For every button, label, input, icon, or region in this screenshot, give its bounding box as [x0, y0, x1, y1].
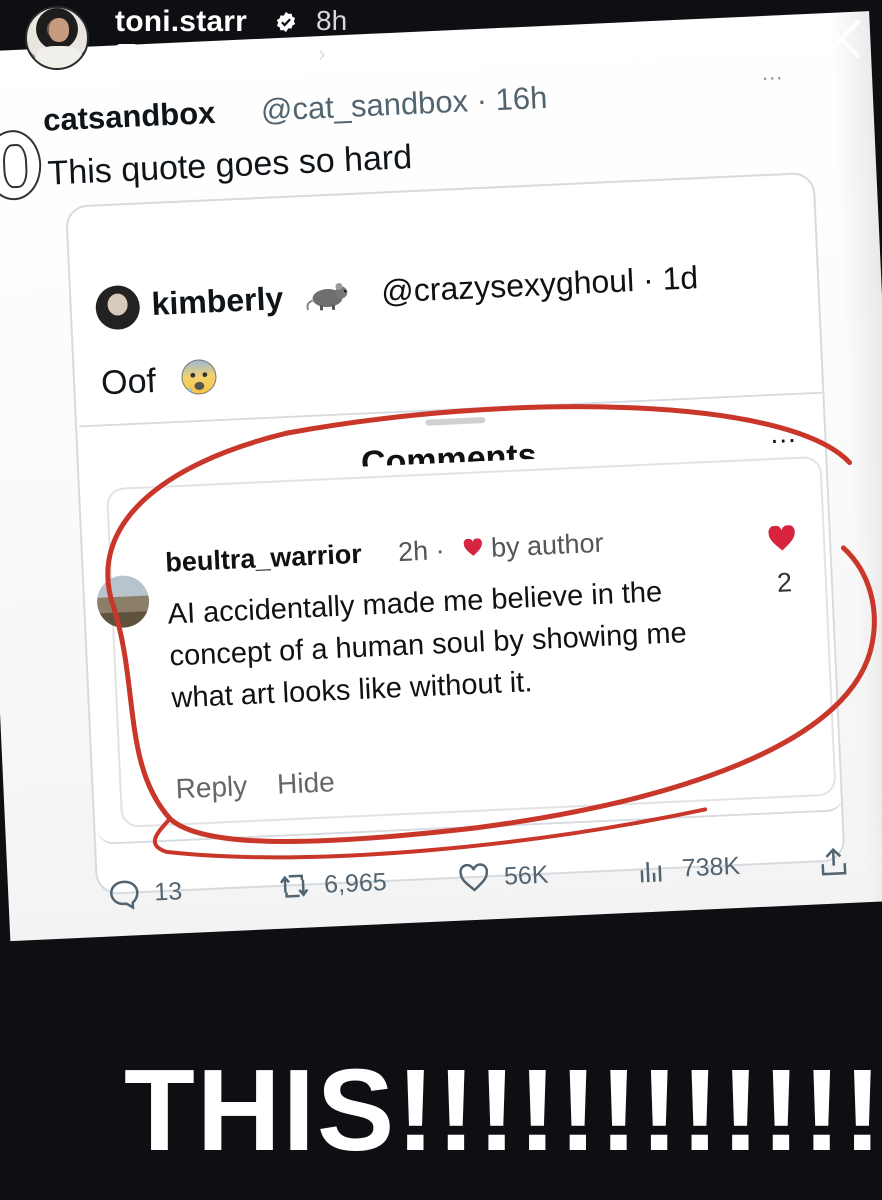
- comment-text: AI accidentally made me believe in the c…: [166, 576, 688, 715]
- quote-author-name: kimberly: [150, 280, 284, 323]
- comment-time: 2h ·: [397, 534, 446, 568]
- retweet-icon: [279, 874, 309, 898]
- reel-play-icon: [115, 44, 139, 64]
- views-action: 738K: [635, 850, 741, 887]
- like-action: 56K: [457, 859, 549, 895]
- share-upload-icon: [821, 847, 847, 876]
- liked-by-author-heart-icon: [463, 538, 482, 556]
- reply-action: 13: [108, 875, 183, 910]
- verified-badge-icon: [276, 11, 296, 33]
- drag-handle: [425, 417, 486, 426]
- tweet-author-avatar: [0, 128, 43, 202]
- story-more-button[interactable]: ...: [746, 16, 771, 42]
- comment-reply-label: Reply: [174, 770, 248, 805]
- quote-handle-time: @crazysexyghoul · 1d: [380, 259, 699, 310]
- close-icon[interactable]: [818, 16, 864, 62]
- story-caption-text: THIS!!!!!!!!!!!!!: [124, 1045, 882, 1175]
- tweet-photo: catsandbox @cat_sandbox · 16h ... This q…: [0, 11, 882, 942]
- tweet-text: This quote goes so hard: [46, 138, 413, 193]
- quote-author-avatar: [94, 284, 141, 331]
- watch-full-reel-link[interactable]: Watch full reel ›: [115, 40, 325, 68]
- story-header: toni.starr 8h Watch full reel › ...: [0, 0, 882, 80]
- reply-count: 13: [153, 876, 183, 906]
- avatar-jacket: [35, 46, 83, 68]
- reply-bubble-icon: [110, 880, 139, 910]
- views-bar-chart-icon: [640, 862, 662, 883]
- rat-icon: [306, 283, 348, 311]
- quoted-tweet-card: kimberly @crazysexyghoul · 1d Oof Commen…: [65, 171, 846, 896]
- by-author-tag: by author: [490, 527, 605, 563]
- chevron-right-icon: ›: [318, 41, 326, 66]
- share-action: [817, 845, 850, 878]
- views-count: 738K: [681, 851, 741, 883]
- comment-like-count: 2: [776, 567, 793, 598]
- comments-screenshot: Comments ... beultra_warrior 2h · by aut…: [79, 391, 844, 846]
- watch-reel-label: Watch full reel: [147, 40, 311, 67]
- story-username[interactable]: toni.starr: [115, 5, 247, 39]
- quote-text: Oof: [100, 361, 157, 403]
- comments-title: Comments: [360, 436, 537, 467]
- tweet-handle-time: @cat_sandbox · 16h: [260, 79, 548, 128]
- retweet-count: 6,965: [323, 867, 388, 899]
- story-time: 8h: [316, 5, 348, 36]
- like-count: 56K: [503, 860, 550, 891]
- fearful-face-icon: [181, 359, 217, 395]
- panel-more-icon: ...: [769, 416, 798, 450]
- comment-like-heart-icon: [768, 525, 795, 551]
- heart-outline-icon: [459, 863, 489, 892]
- avatar-face: [49, 18, 69, 42]
- comment-hide-label: Hide: [276, 766, 336, 800]
- tweet-author-name: catsandbox: [42, 94, 217, 138]
- retweet-action: 6,965: [277, 866, 387, 903]
- story-avatar[interactable]: [25, 6, 89, 70]
